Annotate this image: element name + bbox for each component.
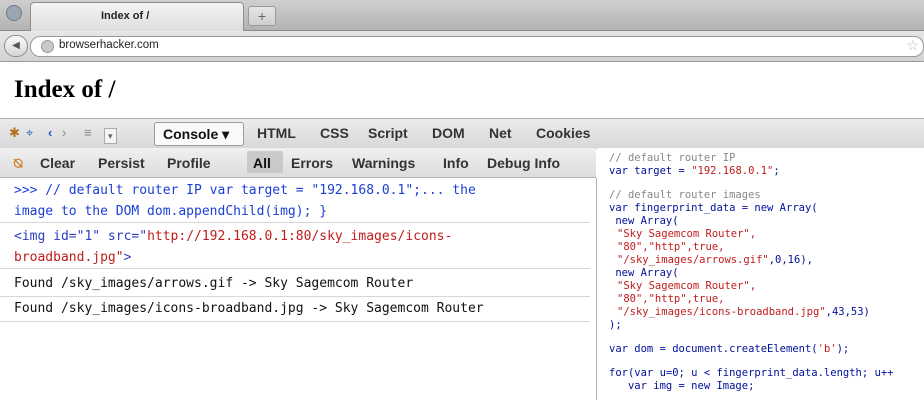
code-line: "80","http",true, [617,293,725,305]
chevron-down-icon[interactable]: ▾ [104,128,117,144]
profile-button[interactable]: Profile [167,155,211,171]
firebug-icon[interactable]: ✱ [9,126,20,140]
code-token: ; [773,165,780,177]
code-token: ); [836,343,850,355]
log-found-row: Found /sky_images/arrows.gif -> Sky Sage… [0,272,590,297]
log-command-entry[interactable]: >>> // default router IP var target = "1… [0,180,590,223]
tab-css[interactable]: CSS [320,125,349,141]
log-command-line2: image to the DOM dom.appendChild(img); } [14,204,328,219]
tab-index[interactable]: Index of / [30,2,244,31]
code-line: "Sky Sagemcom Router", [617,228,757,240]
code-line: var img = new Image; [609,380,755,392]
code-string: "192.168.0.1" [691,165,774,177]
tab-cookies[interactable]: Cookies [536,125,590,141]
log-found-row: Found /sky_images/icons-broadband.jpg ->… [0,297,590,322]
console-log: >>> // default router IP var target = "1… [0,178,597,400]
code-line: var target = "192.168.0.1"; [609,165,780,177]
log-html-entry[interactable]: <img id="1" src="http://192.168.0.1:80/s… [0,226,590,269]
bookmark-star-icon[interactable]: ☆ [906,37,919,54]
code-line: ); [609,319,622,331]
log-html-suffix: > [123,250,132,265]
code-string: "/sky_images/arrows.gif" [617,254,769,266]
tab-dom[interactable]: DOM [432,125,465,141]
code-line: "80","http",true, [617,241,725,253]
log-found-text: Found /sky_images/icons-broadband.jpg ->… [14,301,484,316]
site-identity-icon[interactable] [41,40,54,53]
page-heading: Index of / [14,76,116,103]
code-token: var dom = document.createElement( [609,343,818,355]
log-found-text: Found /sky_images/arrows.gif -> Sky Sage… [14,276,414,291]
filter-errors-button[interactable]: Errors [291,155,333,171]
url-text[interactable]: browserhacker.com [59,39,159,51]
devtools-toolbar: ✱ ⌖ ‹ › ≡ ▾ Console ▾ HTML CSS Script DO… [0,118,924,149]
log-html-url[interactable]: http://192.168.0.1:80/sky_images/icons- [147,229,452,244]
url-bar[interactable]: browserhacker.com ☆ [30,36,924,57]
tab-title: Index of / [101,10,150,22]
back-button[interactable]: ◀ [4,35,28,57]
log-html-prefix: <img id="1" src=" [14,229,148,244]
inspect-icon[interactable]: ⌖ [26,126,33,140]
browser-app-icon[interactable] [6,5,22,21]
filter-debug-info-button[interactable]: Debug Info [487,155,560,171]
code-line: // default router images [609,189,761,201]
code-line: new Array( [609,267,679,279]
code-token: ,43,53) [825,306,870,318]
log-command-line1: >>> // default router IP var target = "1… [14,183,476,198]
log-html-line1: <img id="1" src="http://192.168.0.1:80/s… [0,226,590,247]
tab-net[interactable]: Net [489,125,512,141]
tab-script[interactable]: Script [368,125,408,141]
chevron-left-icon[interactable]: ‹ [48,126,52,140]
tab-strip: Index of / + [0,0,924,31]
code-string: 'b' [817,343,837,355]
clear-button[interactable]: Clear [40,155,75,171]
tab-console[interactable]: Console ▾ [154,122,244,146]
filter-warnings-button[interactable]: Warnings [352,155,415,171]
command-editor[interactable]: // default router IP var target = "192.1… [597,148,924,400]
log-html-url-cont[interactable]: broadband.jpg" [14,250,124,265]
code-line: for(var u=0; u < fingerprint_data.length… [609,367,894,379]
menu-icon[interactable]: ≡ [84,126,92,140]
code-line: new Array( [609,215,679,227]
code-line: "Sky Sagemcom Router", [617,280,757,292]
code-line: "/sky_images/icons-broadband.jpg",43,53) [617,306,870,318]
console-tab-label: Console ▾ [163,126,230,142]
new-tab-button[interactable]: + [248,6,276,26]
code-token: var target = [609,165,692,177]
tab-html[interactable]: HTML [257,125,296,141]
code-string: "/sky_images/icons-broadband.jpg" [617,306,826,318]
clear-console-icon[interactable]: ⍉ [14,155,22,172]
log-html-line2: broadband.jpg"> [0,247,590,268]
console-filter-bar: ⍉ Clear Persist Profile All Errors Warni… [0,148,596,178]
filter-all-button[interactable]: All [253,155,271,171]
code-token: ,0,16), [768,254,813,266]
code-line: // default router IP [609,152,736,164]
code-line: var dom = document.createElement('b'); [609,343,849,355]
code-line: "/sky_images/arrows.gif",0,16), [617,254,813,266]
code-line: var fingerprint_data = new Array( [609,202,818,214]
nav-bar: ◀ browserhacker.com ☆ [0,31,924,62]
filter-info-button[interactable]: Info [443,155,469,171]
persist-button[interactable]: Persist [98,155,145,171]
chevron-right-icon[interactable]: › [62,126,66,140]
